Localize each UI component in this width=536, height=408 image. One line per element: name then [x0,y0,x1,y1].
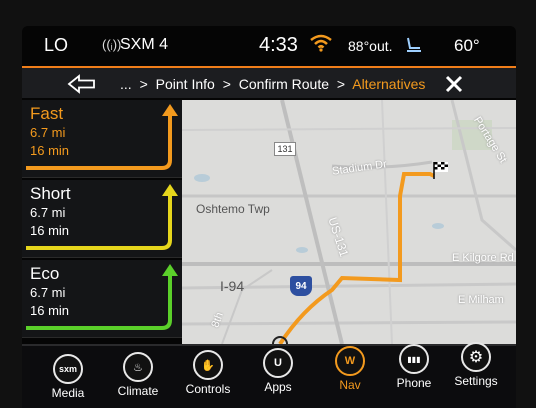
route-duration: 16 min [30,143,70,158]
nav-label: Media [51,386,85,400]
route-option-short[interactable]: Short 6.7 mi 16 min [22,180,182,258]
route-distance: 6.7 mi [30,205,66,220]
route-option-eco[interactable]: Eco 6.7 mi 16 min [22,260,182,338]
settings-icon: ⚙ [461,342,491,372]
nav-item-climate[interactable]: ♨ Climate [108,348,168,408]
radio-mode: LO [44,35,69,55]
apps-icon: U [263,348,293,378]
route-duration: 16 min [30,303,70,318]
nav-label: Nav [339,378,361,392]
nav-icon: W [335,346,365,376]
breadcrumb-alternatives: Alternatives [352,76,426,92]
route-distance: 6.7 mi [30,285,66,300]
breadcrumb: ... > Point Info > Confirm Route > Alter… [120,76,425,92]
nav-item-controls[interactable]: ✋ Controls [178,346,238,406]
nav-item-nav[interactable]: W Nav [320,342,380,402]
destination-flag-icon [433,162,448,179]
outside-temperature: 88°out. [348,38,393,54]
map-label-oshtemo: Oshtemo Twp [196,202,270,216]
route-duration: 16 min [30,223,70,238]
route-alternatives-list: Fast 6.7 mi 16 min Short 6.7 mi 16 min E… [22,100,182,342]
back-button[interactable] [62,71,102,97]
breadcrumb-confirm-route[interactable]: Confirm Route [239,76,329,92]
nav-label: Phone [396,376,432,390]
breadcrumb-separator: > [336,76,346,92]
climate-icon: ♨ [123,352,153,382]
nav-item-settings[interactable]: ⚙ Settings [446,338,506,398]
route-name: Fast [30,104,64,123]
wifi-icon [310,34,332,57]
route-name: Eco [30,264,60,283]
nav-label: Settings [454,374,498,388]
nav-header: ... > Point Info > Confirm Route > Alter… [22,66,516,98]
breadcrumb-separator: > [222,76,231,92]
route-option-fast[interactable]: Fast 6.7 mi 16 min [22,100,182,178]
nav-item-apps[interactable]: U Apps [248,344,308,404]
breadcrumb-point-info[interactable]: Point Info [156,76,215,92]
status-bar: LO ((ᵢ)) SXM 4 4:33 88°out. 60° [22,26,516,64]
nav-label: Climate [117,384,159,398]
map-label-milham: E Milham [458,294,504,306]
route-131-shield: 131 [274,142,296,156]
back-arrow-icon [67,74,95,94]
controls-icon: ✋ [193,350,223,380]
breadcrumb-ellipsis[interactable]: ... [120,76,132,92]
map-roads [182,100,516,344]
nav-label: Apps [264,380,292,394]
infotainment-screen: LO ((ᵢ)) SXM 4 4:33 88°out. 60° ... > Po… [22,26,516,408]
phone-icon: ▮▮▮ [399,344,429,374]
bottom-nav-bar: sxm Media ♨ Climate ✋ Controls U Apps W … [22,342,516,408]
nav-label: Controls [185,382,231,396]
heated-seat-icon[interactable] [404,36,424,58]
route-map[interactable]: 131 94 Oshtemo Twp Stadium Dr Portage St… [182,100,516,344]
radio-source: SXM 4 [120,36,169,53]
map-label-i94: I-94 [220,278,245,294]
close-icon [445,75,463,93]
route-distance: 6.7 mi [30,125,66,140]
breadcrumb-separator: > [139,76,148,92]
nav-item-media[interactable]: sxm Media [38,350,98,408]
route-name: Short [30,184,71,203]
clock: 4:33 [259,34,298,56]
satellite-signal-icon: ((ᵢ)) [102,37,122,52]
interstate-94-shield: 94 [290,276,312,296]
map-label-kilgore: E Kilgore Rd [452,252,514,264]
nav-item-phone[interactable]: ▮▮▮ Phone [384,340,444,400]
sxm-icon: sxm [53,354,83,384]
display-bezel: LO ((ᵢ)) SXM 4 4:33 88°out. 60° ... > Po… [0,0,536,408]
cabin-temperature: 60° [454,36,480,55]
close-button[interactable] [440,70,468,98]
